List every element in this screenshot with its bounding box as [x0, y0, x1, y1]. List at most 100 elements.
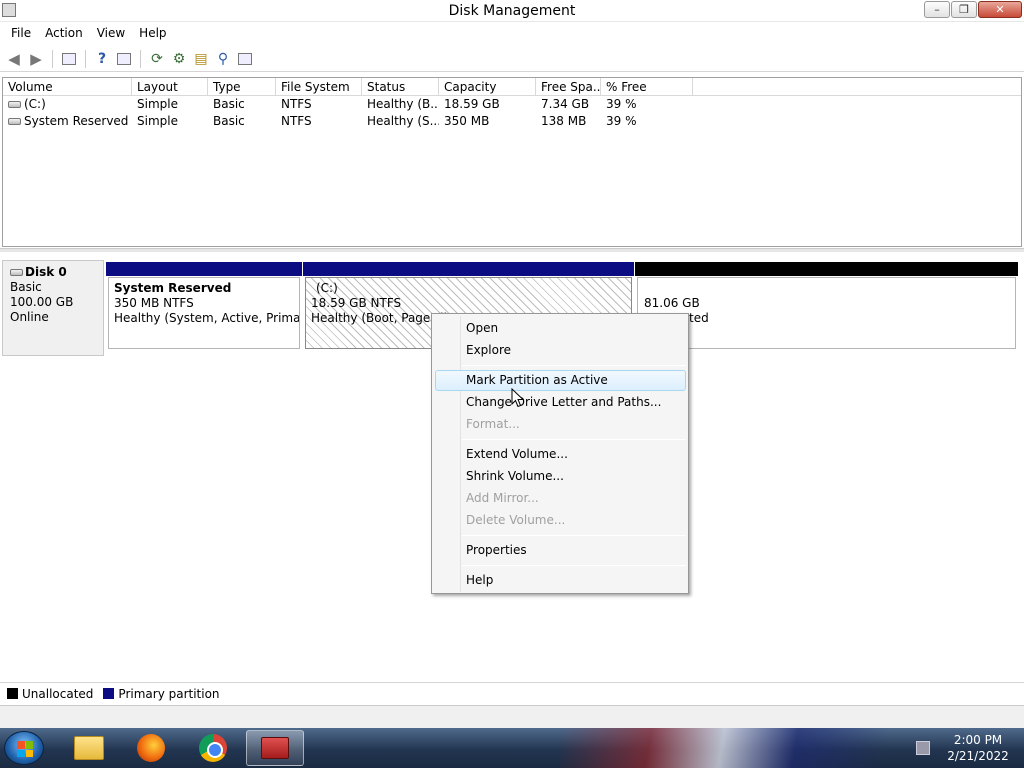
clock-date: 2/21/2022: [947, 749, 1009, 763]
menu-gutter: [460, 316, 461, 592]
partition-name: (C:): [316, 281, 338, 295]
partition-box: System Reserved 350 MB NTFS Healthy (Sys…: [108, 277, 300, 349]
disk-size: 100.00 GB: [10, 295, 74, 309]
partition-size: 350 MB NTFS: [114, 296, 194, 310]
restore-button[interactable]: ❐: [951, 1, 977, 18]
system-tray: 2:00 PM 2/21/2022: [912, 728, 1024, 768]
capacity-cell: 350 MB: [444, 114, 490, 128]
taskbar-explorer[interactable]: [60, 730, 118, 766]
volume-cell: (C:): [3, 96, 132, 113]
volume-list[interactable]: Volume Layout Type File System Status Ca…: [2, 77, 1022, 247]
partition-system-reserved[interactable]: System Reserved 350 MB NTFS Healthy (Sys…: [106, 262, 302, 350]
legend-primary: Primary partition: [118, 686, 220, 701]
partition-band-primary: [303, 262, 634, 276]
partition-unallocated[interactable]: 81.06 GB ted: [635, 262, 1018, 350]
free-space-cell: 7.34 GB: [541, 97, 590, 111]
menu-action[interactable]: Action: [38, 23, 90, 45]
partition-status: Healthy (System, Active, Primary P: [114, 311, 300, 325]
volume-list-header: Volume Layout Type File System Status Ca…: [3, 78, 1021, 96]
table-row[interactable]: (C:) Simple Basic NTFS Healthy (B... 18.…: [3, 96, 1021, 113]
column-header-free-space[interactable]: Free Spa...: [536, 78, 601, 95]
context-menu: Open Explore Mark Partition as Active Ch…: [431, 313, 689, 594]
column-header-layout[interactable]: Layout: [132, 78, 208, 95]
menu-item-properties[interactable]: Properties: [466, 543, 527, 557]
title-bar: Disk Management – ❐ ✕: [0, 0, 1024, 22]
table-row[interactable]: System Reserved Simple Basic NTFS Health…: [3, 113, 1021, 130]
taskbar-firefox[interactable]: [122, 730, 180, 766]
console-icon[interactable]: [235, 49, 255, 69]
partition-box: 81.06 GB ted: [637, 277, 1016, 349]
menu-file[interactable]: File: [4, 23, 38, 45]
status-cell: Healthy (S...: [367, 114, 439, 128]
refresh-icon[interactable]: ⟳: [147, 49, 167, 69]
column-header-volume[interactable]: Volume: [3, 78, 132, 95]
search-icon[interactable]: ⚲: [213, 49, 233, 69]
close-icon: ✕: [995, 3, 1005, 16]
menu-item-explore[interactable]: Explore: [466, 343, 511, 357]
windows-start-icon[interactable]: [4, 731, 44, 765]
percent-free-cell: 39 %: [606, 97, 637, 111]
menu-item-shrink-volume[interactable]: Shrink Volume...: [466, 469, 564, 483]
partition-size: 81.06 GB: [644, 296, 700, 310]
menu-view[interactable]: View: [90, 23, 132, 45]
forward-icon[interactable]: ▶: [26, 49, 46, 69]
menu-item-help[interactable]: Help: [466, 573, 493, 587]
menu-item-open[interactable]: Open: [466, 321, 498, 335]
minimize-icon: –: [934, 3, 940, 16]
partition-size: 18.59 GB NTFS: [311, 296, 402, 310]
disk-0-info[interactable]: Disk 0 Basic 100.00 GB Online: [2, 260, 104, 356]
taskbar: 2:00 PM 2/21/2022: [0, 728, 1024, 768]
help-icon[interactable]: ?: [92, 49, 112, 69]
network-icon[interactable]: [916, 741, 930, 755]
column-header-percent-free[interactable]: % Free: [601, 78, 693, 95]
menu-help[interactable]: Help: [132, 23, 173, 45]
menu-separator: [462, 535, 686, 536]
menu-item-extend-volume[interactable]: Extend Volume...: [466, 447, 568, 461]
menu-bar: File Action View Help: [0, 23, 1024, 45]
taskbar-chrome[interactable]: [184, 730, 242, 766]
volume-cell: System Reserved: [3, 113, 132, 130]
menu-separator: [462, 565, 686, 566]
volume-name: (C:): [24, 97, 46, 111]
legend-bar: Unallocated Primary partition: [0, 682, 1024, 704]
free-space-cell: 138 MB: [541, 114, 587, 128]
taskbar-disk-management[interactable]: [246, 730, 304, 766]
mouse-cursor-icon: [511, 388, 525, 408]
column-header-status[interactable]: Status: [362, 78, 439, 95]
chrome-icon: [199, 734, 227, 762]
close-button[interactable]: ✕: [978, 1, 1022, 18]
column-header-file-system[interactable]: File System: [276, 78, 362, 95]
toolbar: ◀ ▶ ? ⟳ ⚙ ▤ ⚲: [0, 46, 1024, 72]
disk-type: Basic: [10, 280, 42, 294]
menu-item-mark-partition-active[interactable]: Mark Partition as Active: [466, 373, 608, 387]
menu-item-format: Format...: [466, 417, 520, 431]
console-tree-icon[interactable]: [59, 49, 79, 69]
menu-item-add-mirror: Add Mirror...: [466, 491, 539, 505]
toolbar-separator: [85, 49, 86, 68]
minimize-button[interactable]: –: [924, 1, 950, 18]
window-controls: – ❐ ✕: [924, 1, 1022, 18]
column-header-capacity[interactable]: Capacity: [439, 78, 536, 95]
properties-icon[interactable]: [114, 49, 134, 69]
disk-name: Disk 0: [25, 265, 67, 279]
type-cell: Basic: [213, 97, 245, 111]
tray-clock[interactable]: 2:00 PM 2/21/2022: [936, 732, 1020, 764]
menu-item-change-drive-letter[interactable]: Change Drive Letter and Paths...: [466, 395, 661, 409]
clock-time: 2:00 PM: [953, 733, 1003, 747]
file-system-cell: NTFS: [281, 97, 312, 111]
open-folder-icon[interactable]: ▤: [191, 49, 211, 69]
disk-status: Online: [10, 310, 49, 324]
settings-icon[interactable]: ⚙: [169, 49, 189, 69]
menu-separator: [462, 365, 686, 366]
percent-free-cell: 39 %: [606, 114, 637, 128]
legend-unallocated: Unallocated: [22, 686, 94, 701]
disk-icon: [10, 269, 23, 276]
partition-band-primary: [106, 262, 302, 276]
volume-name: System Reserved: [24, 114, 129, 128]
back-icon[interactable]: ◀: [4, 49, 24, 69]
folder-icon: [74, 736, 104, 760]
menu-separator: [462, 439, 686, 440]
toolbar-separator: [140, 49, 141, 68]
column-header-type[interactable]: Type: [208, 78, 276, 95]
drive-icon: [8, 118, 21, 125]
